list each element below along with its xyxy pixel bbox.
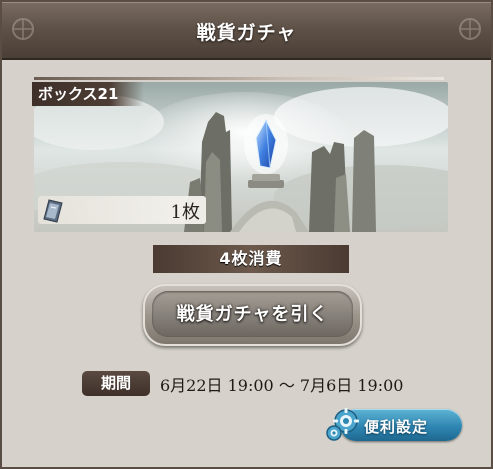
ornament-right-icon	[459, 18, 481, 40]
box-label: ボックス21	[32, 82, 144, 106]
gacha-window: 戦貨ガチャ ボックス21 1枚 4枚消費 戦貨ガチャを引く 期間 6月22日 1…	[0, 0, 493, 469]
gear-icon	[326, 408, 359, 441]
draw-gacha-button[interactable]: 戦貨ガチャを引く	[143, 284, 362, 346]
settings-button-label: 便利設定	[364, 418, 429, 436]
crystal-icon	[244, 114, 288, 174]
draw-button-label: 戦貨ガチャを引く	[176, 304, 329, 325]
ticket-count: 1枚	[170, 202, 200, 223]
cost-label: 4枚消費	[153, 245, 349, 273]
quick-settings-button[interactable]: 便利設定	[324, 405, 466, 445]
ticket-count-bar: 1枚	[38, 196, 206, 224]
panel-divider	[34, 77, 444, 80]
period-text: 6月22日 19:00 ～ 7月6日 19:00	[160, 376, 404, 395]
box-panel: ボックス21 1枚	[24, 72, 448, 232]
window-title: 戦貨ガチャ	[196, 22, 297, 44]
title-bar: 戦貨ガチャ	[2, 2, 491, 60]
period-tag: 期間	[82, 371, 150, 396]
ticket-icon	[43, 199, 63, 223]
